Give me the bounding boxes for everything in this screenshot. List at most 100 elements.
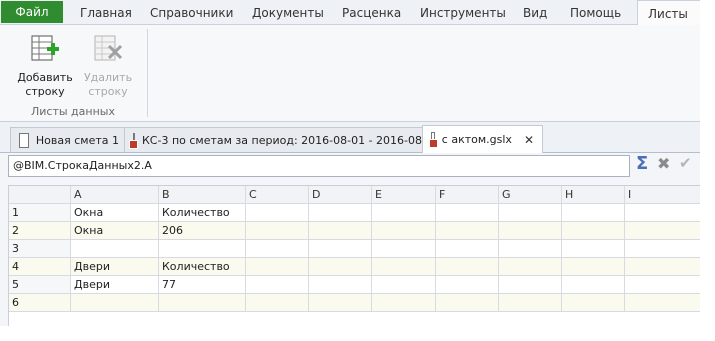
table-cell[interactable]	[499, 294, 562, 312]
table-cell[interactable]	[372, 222, 436, 240]
table-cell[interactable]	[246, 258, 309, 276]
document-icon	[19, 132, 29, 148]
close-icon[interactable]: ✕	[524, 133, 534, 147]
accept-formula-icon[interactable]: ✔	[679, 154, 692, 172]
column-header[interactable]: I	[625, 186, 700, 204]
table-cell[interactable]	[625, 294, 700, 312]
row-header[interactable]: 6	[9, 294, 71, 312]
table-cell[interactable]: Двери	[71, 258, 159, 276]
table-cell[interactable]: Окна	[71, 222, 159, 240]
add-row-icon	[29, 33, 61, 65]
table-cell[interactable]: 206	[159, 222, 246, 240]
column-header[interactable]: D	[309, 186, 372, 204]
tab-view[interactable]: Вид	[523, 0, 547, 24]
table-cell[interactable]	[625, 258, 700, 276]
table-cell[interactable]	[372, 204, 436, 222]
formula-input[interactable]: @BIM.СтрокаДанных2.A	[8, 155, 630, 177]
table-cell[interactable]: Двери	[71, 276, 159, 294]
torn-edge-right	[700, 0, 715, 341]
row-header[interactable]: 5	[9, 276, 71, 294]
table-cell[interactable]	[436, 276, 499, 294]
table-cell[interactable]	[562, 204, 625, 222]
row-header[interactable]: 4	[9, 258, 71, 276]
table-cell[interactable]	[159, 294, 246, 312]
table-cell[interactable]	[246, 294, 309, 312]
doc-tab-label: КС-3 по сметам за период: 2016-08-01 - 2…	[142, 133, 440, 147]
tab-home[interactable]: Главная	[80, 0, 132, 24]
table-cell[interactable]	[309, 276, 372, 294]
document-tab-bar: Новая смета 1 КС-3 по сметам за период: …	[0, 122, 700, 153]
table-cell[interactable]	[71, 294, 159, 312]
table-cell[interactable]	[562, 294, 625, 312]
app-window: Файл Главная Справочники Документы Расце…	[0, 0, 700, 326]
doc-tab-with-act[interactable]: с актом.gslx ✕	[422, 125, 543, 153]
ribbon-group-separator	[147, 29, 148, 117]
table-cell[interactable]	[372, 276, 436, 294]
table-cell[interactable]	[436, 258, 499, 276]
add-row-button[interactable]: Добавить строку	[15, 29, 75, 99]
table-cell[interactable]	[436, 222, 499, 240]
table-cell[interactable]	[246, 222, 309, 240]
doc-tab-ks3[interactable]: КС-3 по сметам за период: 2016-08-01 - 2…	[124, 127, 440, 152]
delete-row-icon	[92, 33, 124, 65]
table-cell[interactable]	[246, 204, 309, 222]
table-cell[interactable]	[309, 258, 372, 276]
table-cell[interactable]	[71, 240, 159, 258]
table-cell[interactable]	[436, 240, 499, 258]
tab-tools[interactable]: Инструменты	[420, 0, 506, 24]
tab-help[interactable]: Помощь	[570, 0, 621, 24]
column-header[interactable]: H	[562, 186, 625, 204]
tab-documents[interactable]: Документы	[252, 0, 324, 24]
table-cell[interactable]	[562, 258, 625, 276]
table-cell[interactable]	[246, 276, 309, 294]
row-header[interactable]: 1	[9, 204, 71, 222]
column-header[interactable]: G	[499, 186, 562, 204]
table-cell[interactable]	[372, 240, 436, 258]
delete-row-button[interactable]: Удалить строку	[78, 29, 138, 99]
cancel-formula-icon[interactable]: ✖	[657, 154, 670, 173]
sum-icon[interactable]: Σ	[636, 153, 648, 174]
table-cell[interactable]	[499, 204, 562, 222]
table-cell[interactable]	[499, 222, 562, 240]
table-cell[interactable]	[159, 240, 246, 258]
column-header[interactable]: C	[246, 186, 309, 204]
table-cell[interactable]	[625, 240, 700, 258]
table-cell[interactable]: Количество	[159, 204, 246, 222]
table-cell[interactable]	[309, 240, 372, 258]
doc-tab-new-estimate[interactable]: Новая смета 1	[10, 127, 128, 152]
table-cell[interactable]	[499, 258, 562, 276]
column-header[interactable]: B	[159, 186, 246, 204]
table-cell[interactable]	[436, 204, 499, 222]
table-cell[interactable]	[372, 294, 436, 312]
tab-data-sheets[interactable]: Листы данных	[637, 0, 700, 47]
table-cell[interactable]	[309, 222, 372, 240]
column-header[interactable]: A	[71, 186, 159, 204]
table-cell[interactable]	[562, 276, 625, 294]
table-cell[interactable]	[309, 204, 372, 222]
column-header[interactable]: E	[372, 186, 436, 204]
spreadsheet-grid[interactable]: A B C D E F G H I 1 Окна Количество 2 Окна 206 3 4 Двери К…	[8, 185, 700, 326]
table-cell[interactable]	[246, 240, 309, 258]
table-cell[interactable]: Окна	[71, 204, 159, 222]
tab-references[interactable]: Справочники	[150, 0, 233, 24]
table-cell[interactable]	[499, 240, 562, 258]
table-cell[interactable]	[625, 222, 700, 240]
row-header[interactable]: 3	[9, 240, 71, 258]
table-cell[interactable]	[562, 240, 625, 258]
table-cell[interactable]: Количество	[159, 258, 246, 276]
tab-file[interactable]: Файл	[1, 1, 63, 23]
ribbon-group-label: Листы данных	[31, 105, 115, 118]
ribbon-panel: Добавить строку Удалить строку Листы дан…	[0, 25, 700, 122]
table-cell[interactable]	[372, 258, 436, 276]
corner-cell[interactable]	[9, 186, 71, 204]
table-cell[interactable]	[625, 204, 700, 222]
row-header[interactable]: 2	[9, 222, 71, 240]
table-cell[interactable]	[562, 222, 625, 240]
tab-pricing[interactable]: Расценка	[342, 0, 401, 24]
table-cell[interactable]	[625, 276, 700, 294]
table-cell[interactable]	[499, 276, 562, 294]
table-cell[interactable]	[309, 294, 372, 312]
table-cell[interactable]	[436, 294, 499, 312]
column-header[interactable]: F	[436, 186, 499, 204]
table-cell[interactable]: 77	[159, 276, 246, 294]
